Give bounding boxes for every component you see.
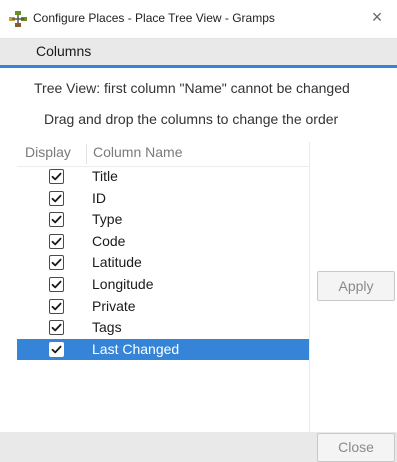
column-name-label: Code bbox=[92, 232, 126, 249]
header-divider bbox=[86, 144, 87, 164]
column-name-label: Type bbox=[92, 211, 123, 228]
display-checkbox[interactable] bbox=[49, 169, 64, 184]
display-checkbox[interactable] bbox=[49, 255, 64, 271]
column-name-label: Longitude bbox=[92, 276, 154, 292]
columns-list[interactable]: Display Column Name Title ID Type Code Latit… bbox=[17, 142, 310, 432]
checkmark-icon bbox=[51, 280, 62, 289]
gramps-app-icon bbox=[8, 10, 28, 28]
tab-bar: Columns bbox=[0, 39, 397, 68]
checkmark-icon bbox=[51, 237, 62, 246]
info-note-first-column: Tree View: first column "Name" cannot be… bbox=[34, 80, 350, 96]
list-header: Display Column Name bbox=[17, 142, 309, 167]
list-item[interactable]: Type bbox=[17, 209, 309, 230]
tab-columns-label: Columns bbox=[36, 43, 92, 59]
checkmark-icon bbox=[51, 172, 62, 181]
display-checkbox[interactable] bbox=[49, 320, 64, 336]
display-checkbox[interactable] bbox=[49, 212, 64, 228]
list-item[interactable]: ID bbox=[17, 188, 309, 209]
list-item[interactable]: Latitude bbox=[17, 252, 309, 273]
display-checkbox[interactable] bbox=[49, 298, 64, 314]
display-checkbox[interactable] bbox=[49, 233, 64, 249]
display-checkbox[interactable] bbox=[49, 190, 64, 206]
header-display[interactable]: Display bbox=[25, 144, 71, 160]
list-item[interactable]: Private bbox=[17, 296, 309, 317]
tab-columns[interactable]: Columns bbox=[0, 39, 397, 68]
header-column-name[interactable]: Column Name bbox=[93, 144, 182, 160]
column-name-label: Private bbox=[92, 297, 136, 314]
list-item[interactable]: Title bbox=[17, 166, 309, 187]
checkmark-icon bbox=[51, 194, 62, 202]
apply-button[interactable]: Apply bbox=[317, 271, 395, 301]
list-item[interactable]: Code bbox=[17, 231, 309, 252]
checkmark-icon bbox=[51, 345, 62, 354]
list-item[interactable]: Last Changed bbox=[17, 338, 309, 360]
column-name-label: Title bbox=[92, 168, 118, 184]
window-title: Configure Places - Place Tree View - Gra… bbox=[33, 11, 275, 25]
close-button[interactable]: Close bbox=[317, 433, 395, 462]
close-icon[interactable]: × bbox=[367, 7, 387, 27]
checkmark-icon bbox=[51, 259, 62, 267]
column-name-label: Tags bbox=[92, 319, 122, 336]
list-item[interactable]: Tags bbox=[17, 317, 309, 338]
display-checkbox[interactable] bbox=[49, 277, 64, 292]
display-checkbox[interactable] bbox=[49, 341, 64, 357]
info-note-drag-drop: Drag and drop the columns to change the … bbox=[44, 111, 339, 127]
column-name-label: Latitude bbox=[92, 254, 142, 271]
checkmark-icon bbox=[51, 302, 62, 310]
column-name-label: ID bbox=[92, 189, 106, 206]
checkmark-icon bbox=[51, 323, 62, 332]
list-item[interactable]: Longitude bbox=[17, 274, 309, 295]
column-name-label: Last Changed bbox=[92, 340, 180, 357]
checkmark-icon bbox=[51, 215, 62, 224]
title-bar: Configure Places - Place Tree View - Gra… bbox=[0, 0, 397, 39]
